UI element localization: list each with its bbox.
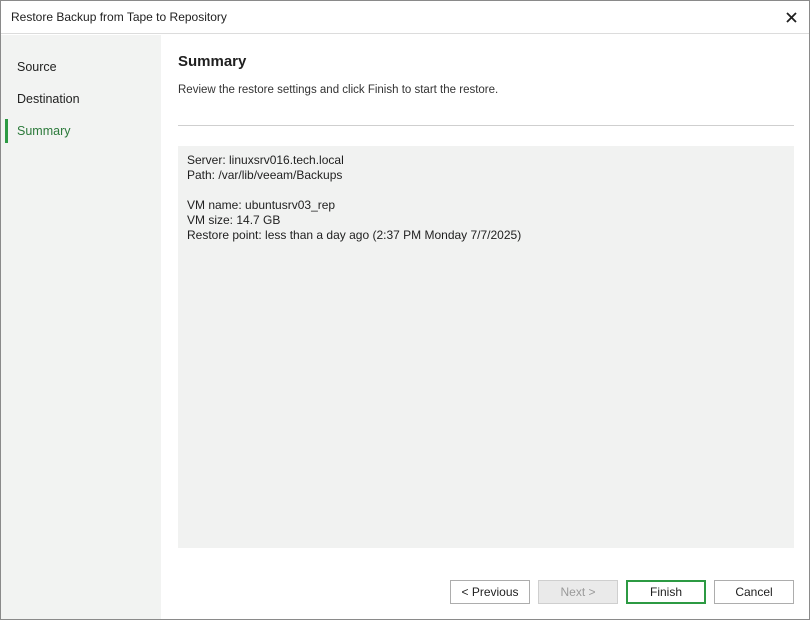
previous-button[interactable]: < Previous bbox=[450, 580, 530, 604]
sidebar-item-label: Source bbox=[17, 60, 57, 74]
page-title: Summary bbox=[178, 53, 247, 70]
cancel-button[interactable]: Cancel bbox=[714, 580, 794, 604]
sidebar-item-label: Summary bbox=[17, 124, 71, 138]
sidebar-item-label: Destination bbox=[17, 92, 80, 106]
sidebar-item-destination[interactable]: Destination bbox=[1, 87, 161, 111]
close-icon bbox=[785, 11, 797, 23]
sidebar-item-summary[interactable]: Summary bbox=[1, 119, 161, 143]
summary-text-box[interactable]: Server: linuxsrv016.tech.local Path: /va… bbox=[178, 146, 794, 548]
sidebar-item-source[interactable]: Source bbox=[1, 55, 161, 79]
summary-path: Path: /var/lib/veeam/Backups bbox=[187, 168, 343, 182]
header-divider bbox=[178, 125, 794, 126]
summary-vm-name: VM name: ubuntusrv03_rep bbox=[187, 198, 336, 212]
page-subtitle: Review the restore settings and click Fi… bbox=[178, 84, 499, 96]
title-bar: Restore Backup from Tape to Repository bbox=[1, 1, 809, 34]
next-button[interactable]: Next > bbox=[538, 580, 618, 604]
window-title: Restore Backup from Tape to Repository bbox=[11, 10, 227, 24]
summary-server: Server: linuxsrv016.tech.local bbox=[187, 153, 344, 167]
close-button[interactable] bbox=[779, 5, 803, 29]
summary-restore-point: Restore point: less than a day ago (2:37… bbox=[187, 228, 522, 242]
restore-wizard-window: Restore Backup from Tape to Repository S… bbox=[0, 0, 810, 620]
finish-button[interactable]: Finish bbox=[626, 580, 706, 604]
summary-vm-size: VM size: 14.7 GB bbox=[187, 213, 281, 227]
wizard-steps-sidebar: Source Destination Summary bbox=[1, 35, 161, 619]
